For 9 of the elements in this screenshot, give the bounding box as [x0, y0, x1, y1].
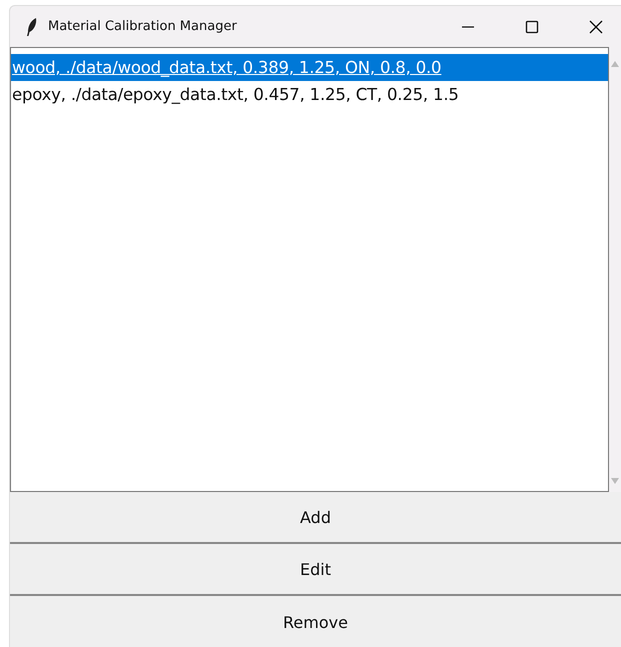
action-button[interactable]: Edit: [10, 544, 621, 596]
action-button[interactable]: Remove: [10, 596, 621, 647]
list-item[interactable]: epoxy, ./data/epoxy_data.txt, 0.457, 1.25, CT, 0.25, 1.5: [11, 81, 608, 108]
list-item[interactable]: wood, ./data/wood_data.txt, 0.389, 1.25, ON, 0.8, 0.0: [11, 54, 608, 81]
maximize-icon[interactable]: [525, 20, 539, 34]
action-button[interactable]: Add: [10, 492, 621, 544]
close-icon[interactable]: [589, 20, 603, 34]
window-title: Material Calibration Manager: [48, 19, 237, 34]
feather-icon: [26, 16, 38, 36]
